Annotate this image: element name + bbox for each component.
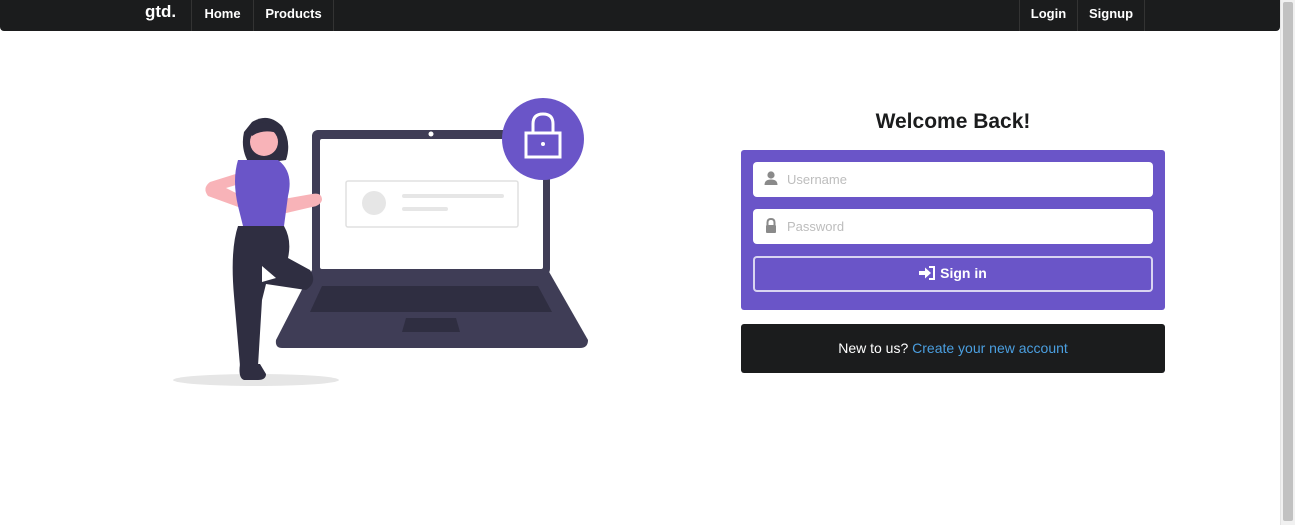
sign-in-icon — [919, 265, 936, 280]
brand-logo[interactable]: gtd. — [145, 2, 176, 22]
sign-in-label: Sign in — [940, 265, 987, 281]
lock-icon — [766, 217, 776, 233]
screen-card-avatar — [362, 191, 386, 215]
create-account-link[interactable]: Create your new account — [912, 340, 1068, 356]
page: gtd. Home Products Login Signup Welcome … — [0, 0, 1280, 525]
login-form: Sign in — [741, 150, 1165, 310]
register-message: New to us? Create your new account — [741, 324, 1165, 373]
screen-card-line — [402, 194, 504, 198]
welcome-heading: Welcome Back! — [875, 110, 1031, 133]
laptop-keyboard — [310, 286, 552, 312]
lock-badge — [502, 98, 584, 180]
nav-signup-link[interactable]: Signup — [1078, 0, 1145, 31]
vertical-scrollbar[interactable] — [1280, 0, 1295, 525]
nav-home-link[interactable]: Home — [191, 0, 254, 31]
scrollbar-thumb[interactable] — [1283, 2, 1293, 521]
screen-card-line — [402, 207, 448, 211]
register-prompt: New to us? — [838, 340, 913, 356]
laptop-trackpad — [402, 318, 460, 332]
username-field — [753, 162, 1153, 197]
login-illustration — [173, 98, 588, 386]
nav-login-link[interactable]: Login — [1019, 0, 1078, 31]
password-field — [753, 209, 1153, 244]
sign-in-button[interactable]: Sign in — [753, 256, 1153, 292]
password-input[interactable] — [787, 209, 1143, 244]
nav-products-link[interactable]: Products — [254, 0, 334, 31]
laptop-camera — [428, 131, 434, 137]
user-icon — [764, 171, 778, 185]
username-input[interactable] — [787, 162, 1143, 197]
top-navbar: gtd. Home Products Login Signup — [0, 0, 1280, 31]
